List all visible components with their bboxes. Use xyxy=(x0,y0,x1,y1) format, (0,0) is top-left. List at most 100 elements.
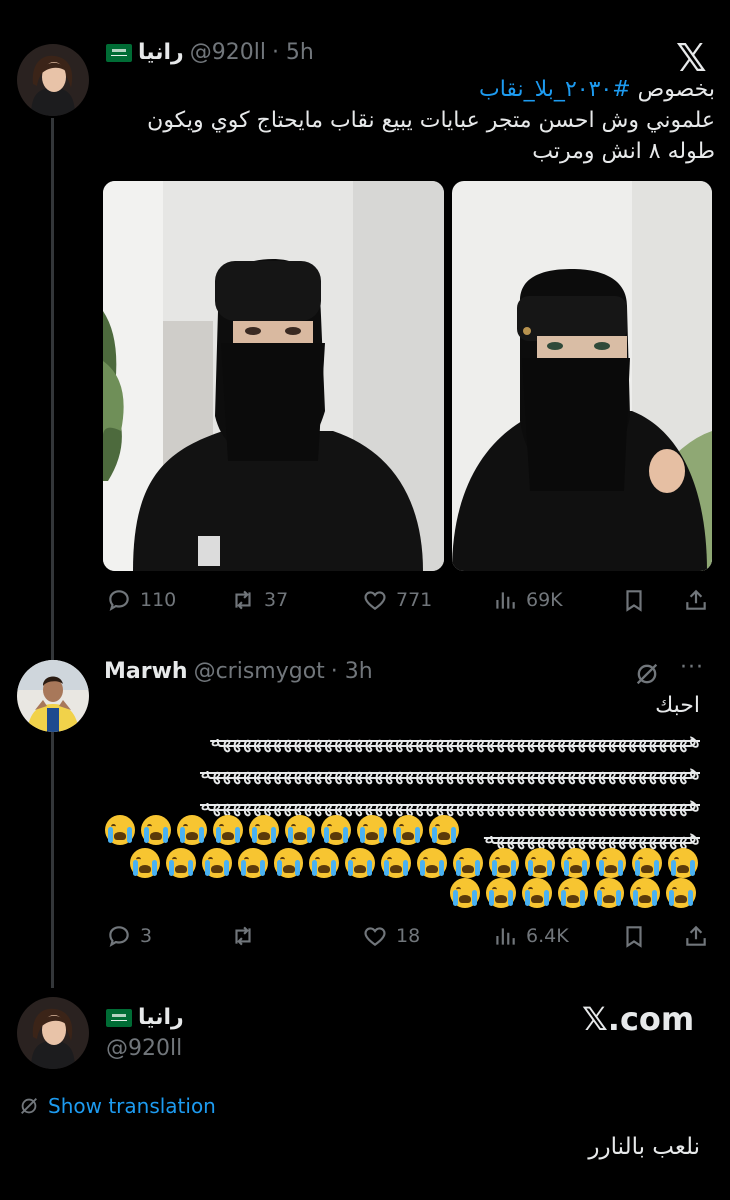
bookmark-icon xyxy=(626,926,642,948)
hashtag-link[interactable]: #٢٠٣٠_بلا_نقاب xyxy=(479,77,631,102)
retweet-button[interactable] xyxy=(230,923,264,949)
loudly-crying-face-emoji xyxy=(345,848,376,878)
saudi-flag-icon xyxy=(106,1008,132,1027)
tweet-header: Marwh @crismygot · 3h xyxy=(104,659,373,684)
like-button[interactable]: 18 xyxy=(362,923,420,949)
loudly-crying-face-emoji xyxy=(141,815,171,845)
thread-line xyxy=(51,118,54,988)
heart-icon xyxy=(364,591,386,610)
handle[interactable]: @920ll xyxy=(106,1036,182,1061)
loudly-crying-face-emoji xyxy=(309,848,340,878)
loudly-crying-face-emoji xyxy=(213,815,243,845)
loudly-crying-face-emoji xyxy=(522,878,552,908)
loudly-crying-face-emoji xyxy=(285,815,315,845)
views-icon xyxy=(496,592,515,609)
avatar[interactable] xyxy=(17,997,89,1069)
text-prefix: بخصوص xyxy=(630,77,715,102)
saudi-flag-icon xyxy=(106,43,132,62)
tweet-image-1[interactable] xyxy=(103,181,444,571)
like-count: 771 xyxy=(396,589,433,611)
translate-icon xyxy=(21,1098,37,1114)
loudly-crying-face-emoji xyxy=(321,815,351,845)
loudly-crying-face-emoji xyxy=(632,848,663,878)
avatar[interactable] xyxy=(17,44,89,116)
views-button[interactable]: 69K xyxy=(492,587,563,613)
loudly-crying-face-emoji xyxy=(630,878,660,908)
retweet-icon xyxy=(235,590,251,610)
tweet-header: رانيا @920ll · 5h xyxy=(106,40,314,65)
loudly-crying-face-emoji xyxy=(452,848,483,878)
loudly-crying-face-emoji xyxy=(165,848,196,878)
display-name[interactable]: رانيا xyxy=(138,40,184,65)
crying-emoji-row xyxy=(130,848,698,878)
display-name[interactable]: Marwh xyxy=(104,659,188,684)
loudly-crying-face-emoji xyxy=(486,878,516,908)
loudly-crying-face-emoji xyxy=(273,848,304,878)
loudly-crying-face-emoji xyxy=(668,848,698,878)
views-button[interactable]: 6.4K xyxy=(492,923,569,949)
loudly-crying-face-emoji xyxy=(488,848,519,878)
loudly-crying-face-emoji xyxy=(429,815,459,845)
timestamp[interactable]: · 3h xyxy=(331,659,373,684)
like-count: 18 xyxy=(396,925,421,947)
more-options-button[interactable]: ··· xyxy=(680,655,704,680)
view-count: 6.4K xyxy=(526,925,569,947)
tweet-image-2[interactable] xyxy=(452,181,712,571)
loudly-crying-face-emoji xyxy=(594,878,624,908)
loudly-crying-face-emoji xyxy=(596,848,627,878)
reply-text-first: احبك xyxy=(655,693,700,718)
loudly-crying-face-emoji xyxy=(450,878,480,908)
grok-icon[interactable] xyxy=(633,660,661,688)
loudly-crying-face-emoji xyxy=(558,878,588,908)
loudly-crying-face-emoji xyxy=(666,878,696,908)
timestamp[interactable]: · 5h xyxy=(272,40,314,65)
loudly-crying-face-emoji xyxy=(417,848,447,878)
tweet-text: بخصوص #٢٠٣٠_بلا_نقاب علموني وش احسن متجر… xyxy=(100,74,715,167)
share-icon xyxy=(686,925,706,946)
share-icon xyxy=(686,589,706,610)
x-com-watermark: 𝕏.com xyxy=(582,1000,695,1038)
tweet-text: نلعب بالنارر xyxy=(588,1134,700,1160)
retweet-count: 37 xyxy=(264,589,289,611)
handle[interactable]: @crismygot xyxy=(194,659,325,684)
like-button[interactable]: 771 xyxy=(362,587,432,613)
view-count: 69K xyxy=(526,589,563,611)
show-translation-link[interactable]: Show translation xyxy=(18,1094,216,1118)
reply-garbled-text: هههههههههههههههههههههههههههههههههههههههه… xyxy=(104,725,700,821)
loudly-crying-face-emoji xyxy=(524,848,555,878)
reply-icon xyxy=(109,590,129,611)
reply-button[interactable]: 110 xyxy=(106,587,176,613)
loudly-crying-face-emoji xyxy=(249,815,279,845)
bookmark-button[interactable] xyxy=(621,587,647,613)
show-translation-label: Show translation xyxy=(48,1094,216,1118)
loudly-crying-face-emoji xyxy=(130,848,160,878)
loudly-crying-face-emoji xyxy=(201,848,232,878)
loudly-crying-face-emoji xyxy=(381,848,411,878)
crying-emoji-row xyxy=(450,878,700,908)
crying-emoji-row xyxy=(105,815,460,845)
retweet-button[interactable]: 37 xyxy=(230,587,288,613)
retweet-icon xyxy=(235,926,251,946)
tweet-text-line1: بخصوص #٢٠٣٠_بلا_نقاب xyxy=(100,74,715,105)
share-button[interactable] xyxy=(683,923,709,949)
tweet-text-line2: علموني وش احسن متجر عبايات يبيع نقاب ماي… xyxy=(147,108,715,133)
handle[interactable]: @920ll xyxy=(190,40,266,65)
share-button[interactable] xyxy=(683,587,709,613)
views-icon xyxy=(496,928,515,945)
loudly-crying-face-emoji xyxy=(177,815,207,845)
loudly-crying-face-emoji xyxy=(560,848,591,878)
garbled-line-2: هههههههههههههههههههههههههههههههههههههههه… xyxy=(199,760,700,785)
reply-icon xyxy=(109,926,129,947)
display-name[interactable]: رانيا xyxy=(138,1005,184,1030)
reply-button[interactable]: 3 xyxy=(106,923,152,949)
heart-icon xyxy=(364,927,386,946)
bookmark-icon xyxy=(626,590,642,612)
bookmark-button[interactable] xyxy=(621,923,647,949)
avatar[interactable] xyxy=(17,660,89,732)
reply-count: 3 xyxy=(140,925,153,947)
loudly-crying-face-emoji xyxy=(237,848,268,878)
loudly-crying-face-emoji xyxy=(105,815,135,845)
garbled-line-1: هههههههههههههههههههههههههههههههههههههههه… xyxy=(210,728,700,753)
loudly-crying-face-emoji xyxy=(357,815,387,845)
reply-count: 110 xyxy=(140,589,177,611)
